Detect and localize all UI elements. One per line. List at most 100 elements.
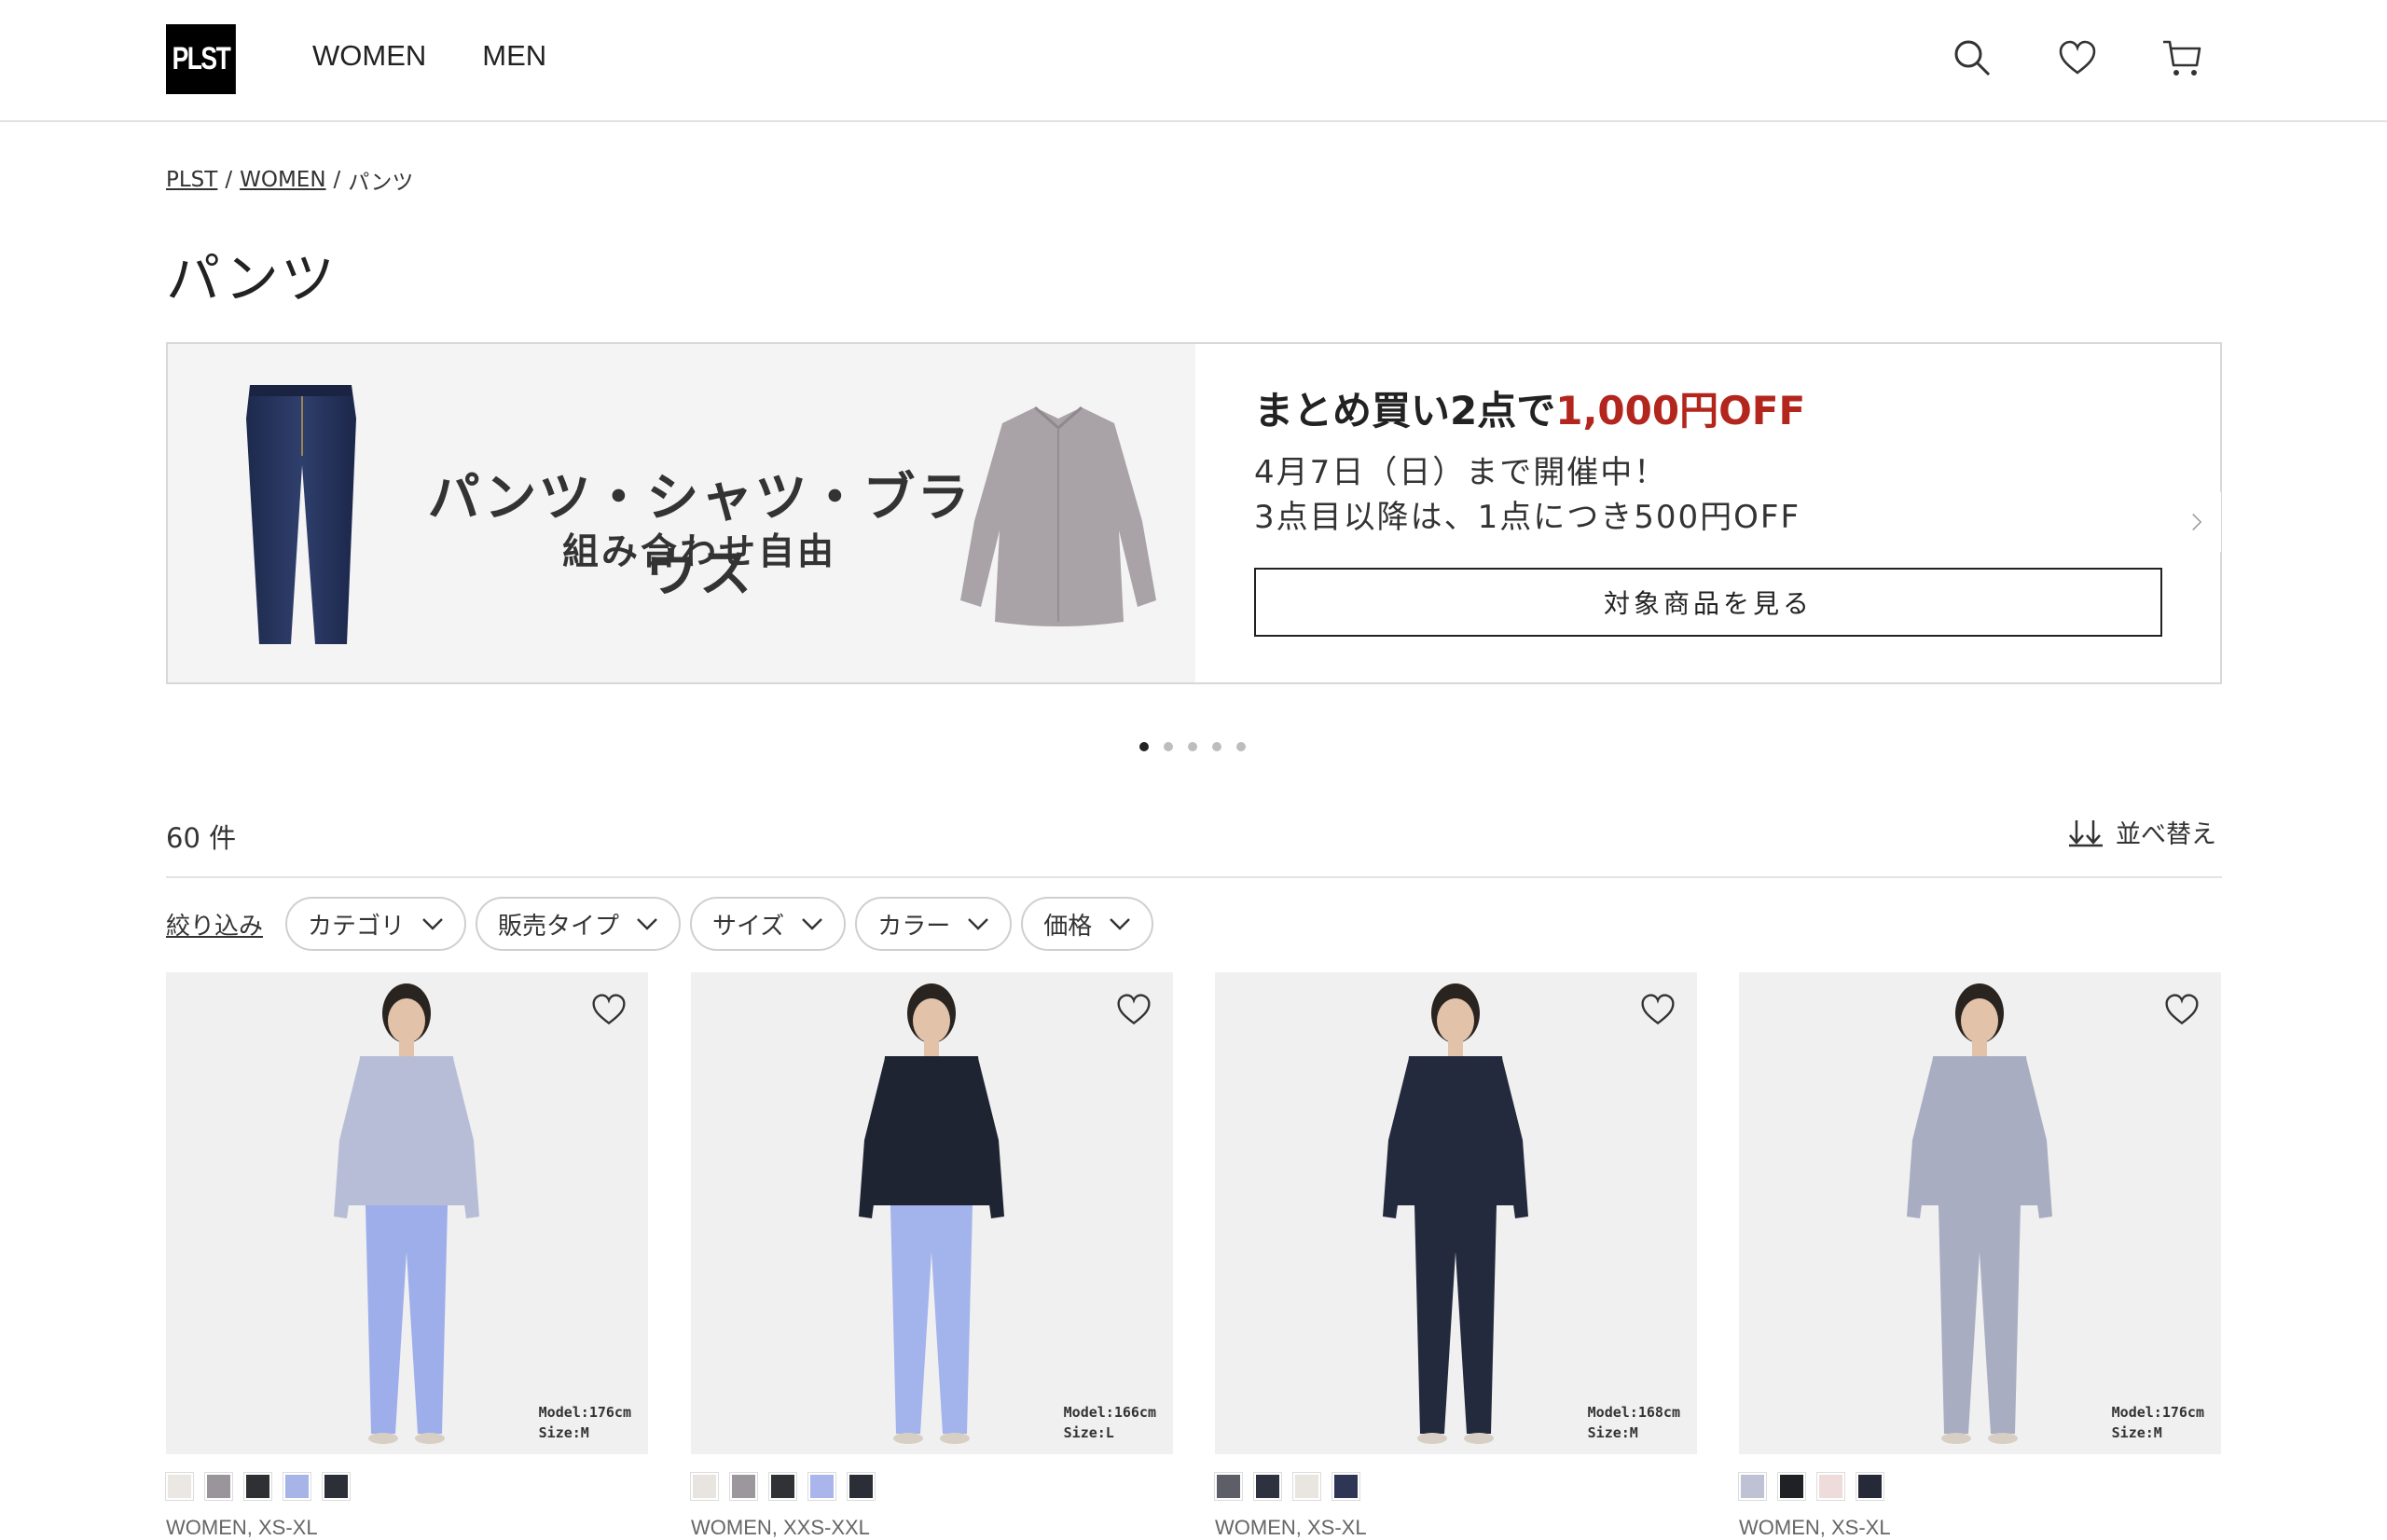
chip-label: カラー — [877, 912, 951, 941]
chip-label: 販売タイプ — [498, 912, 620, 941]
breadcrumb-separator: / — [333, 168, 341, 192]
jeans-image — [246, 385, 356, 644]
nav-women[interactable]: WOMEN — [312, 39, 426, 73]
color-swatch[interactable] — [690, 1472, 719, 1501]
banner-image: パンツ・シャツ・ブラウス 組み合わせ自由 — [168, 344, 1195, 682]
offer-detail: 3点目以降は、1点につき500円OFF — [1254, 499, 1801, 536]
product-image[interactable]: Model:166cm Size:L — [691, 972, 1173, 1454]
model-size: Size:L — [1063, 1424, 1114, 1441]
model-info: Model:176cm Size:M — [2112, 1402, 2204, 1443]
filter-size[interactable]: サイズ — [690, 897, 847, 951]
product-image[interactable]: Model:176cm Size:M — [166, 972, 648, 1454]
sort-button[interactable]: 並べ替え — [2067, 814, 2216, 850]
result-count: 60 件 — [166, 822, 237, 854]
view-items-button[interactable]: 対象商品を見る — [1254, 568, 2162, 637]
chevron-down-icon — [968, 918, 989, 930]
carousel-dot[interactable] — [1139, 742, 1149, 751]
model-photo — [334, 983, 479, 1444]
color-swatch[interactable] — [243, 1472, 272, 1501]
model-height: Model:176cm — [2111, 1404, 2204, 1421]
color-swatch[interactable] — [322, 1472, 351, 1501]
breadcrumb: PLST / WOMEN / パンツ — [166, 164, 413, 196]
color-swatch[interactable] — [1856, 1472, 1884, 1501]
filter-color[interactable]: カラー — [855, 897, 1013, 951]
product-card[interactable]: Model:176cm Size:M WOMEN, XS-XL — [1738, 972, 2221, 1539]
heart-icon[interactable] — [590, 991, 628, 1028]
carousel-dot[interactable] — [1188, 742, 1197, 751]
color-swatch[interactable] — [1214, 1472, 1243, 1501]
color-swatch[interactable] — [1292, 1472, 1321, 1501]
cart-icon[interactable] — [2161, 37, 2202, 78]
heart-icon[interactable] — [2057, 37, 2098, 78]
page-title: パンツ — [166, 247, 337, 310]
search-icon[interactable] — [1952, 37, 1993, 78]
product-meta: WOMEN, XS-XL — [1215, 1516, 1367, 1539]
color-swatch[interactable] — [1331, 1472, 1360, 1501]
plst-logo[interactable]: PLST — [166, 24, 236, 94]
carousel-dot[interactable] — [1164, 742, 1173, 751]
product-meta: WOMEN, XXS-XXL — [691, 1516, 870, 1539]
site-header: PLST WOMEN MEN — [0, 0, 2387, 122]
product-image[interactable]: Model:176cm Size:M — [1739, 972, 2221, 1454]
breadcrumb-separator: / — [225, 168, 233, 192]
model-height: Model:176cm — [538, 1404, 631, 1421]
filter-sales-type[interactable]: 販売タイプ — [476, 897, 682, 951]
chevron-down-icon — [802, 918, 823, 930]
carousel-dot[interactable] — [1212, 742, 1221, 751]
promo-banner[interactable]: パンツ・シャツ・ブラウス 組み合わせ自由 まとめ買い2点で1,000円OFF 4… — [166, 342, 2222, 684]
color-swatch[interactable] — [165, 1472, 194, 1501]
color-swatch[interactable] — [1777, 1472, 1806, 1501]
model-photo — [859, 983, 1004, 1444]
color-swatch[interactable] — [283, 1472, 311, 1501]
main-nav: WOMEN MEN — [312, 39, 546, 73]
heart-icon[interactable] — [2163, 991, 2201, 1028]
model-photo — [1907, 983, 2052, 1444]
banner-subheadline: 組み合わせ自由 — [561, 531, 836, 573]
chip-label: サイズ — [712, 912, 785, 941]
chevron-down-icon — [1110, 918, 1131, 930]
shirt-image — [960, 406, 1156, 626]
sort-icon — [2069, 819, 2103, 846]
chevron-down-icon — [422, 918, 443, 930]
color-swatch[interactable] — [1816, 1472, 1845, 1501]
color-swatch[interactable] — [1253, 1472, 1282, 1501]
nav-men[interactable]: MEN — [482, 39, 546, 73]
filter-label[interactable]: 絞り込み — [166, 907, 263, 942]
product-card[interactable]: Model:168cm Size:M WOMEN, XS-XL — [1214, 972, 1697, 1539]
filter-category[interactable]: カテゴリ — [285, 897, 467, 951]
product-meta: WOMEN, XS-XL — [1739, 1516, 1891, 1539]
filter-bar: 絞り込み カテゴリ 販売タイプ サイズ カラー 価格 — [166, 897, 1154, 951]
color-swatches — [1214, 1472, 1360, 1501]
color-swatch[interactable] — [768, 1472, 797, 1501]
chevron-right-icon[interactable] — [2173, 492, 2221, 552]
breadcrumb-women[interactable]: WOMEN — [240, 168, 325, 192]
color-swatches — [1738, 1472, 1884, 1501]
product-card[interactable]: Model:166cm Size:L WOMEN, XXS-XXL — [690, 972, 1173, 1539]
color-swatch[interactable] — [1738, 1472, 1767, 1501]
color-swatches — [690, 1472, 876, 1501]
model-size: Size:M — [538, 1424, 589, 1441]
color-swatch[interactable] — [204, 1472, 233, 1501]
divider — [166, 876, 2222, 878]
offer-prefix: まとめ買い2点で — [1254, 388, 1556, 433]
filter-price[interactable]: 価格 — [1021, 897, 1154, 951]
color-swatch[interactable] — [729, 1472, 758, 1501]
color-swatch[interactable] — [807, 1472, 836, 1501]
offer-title: まとめ買い2点で1,000円OFF — [1254, 379, 1805, 436]
breadcrumb-home[interactable]: PLST — [166, 168, 217, 192]
heart-icon[interactable] — [1115, 991, 1152, 1028]
model-height: Model:168cm — [1587, 1404, 1680, 1421]
carousel-dots — [1139, 742, 1246, 751]
product-card[interactable]: Model:176cm Size:M WOMEN, XS-XL — [165, 972, 648, 1539]
breadcrumb-current: パンツ — [348, 171, 414, 195]
model-height: Model:166cm — [1063, 1404, 1156, 1421]
color-swatch[interactable] — [847, 1472, 876, 1501]
product-image[interactable]: Model:168cm Size:M — [1215, 972, 1697, 1454]
color-swatches — [165, 1472, 351, 1501]
model-info: Model:176cm Size:M — [539, 1402, 631, 1443]
model-size: Size:M — [2111, 1424, 2162, 1441]
banner-text: まとめ買い2点で1,000円OFF 4月7日（日）まで開催中！ 3点目以降は、1… — [1254, 344, 2187, 682]
heart-icon[interactable] — [1639, 991, 1676, 1028]
carousel-dot[interactable] — [1236, 742, 1246, 751]
chip-label: 価格 — [1043, 912, 1093, 941]
